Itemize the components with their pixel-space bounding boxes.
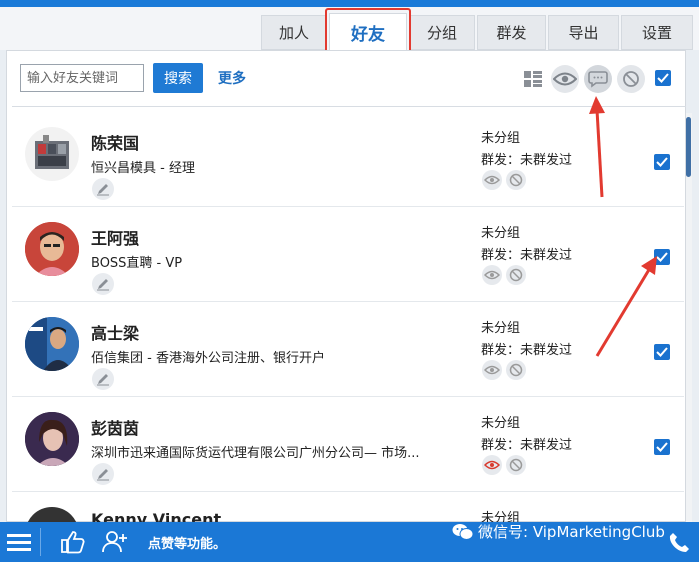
row-actions xyxy=(482,455,526,475)
tab-settings[interactable]: 设置 xyxy=(621,15,693,50)
select-all-checkbox[interactable] xyxy=(655,70,671,86)
block-icon[interactable] xyxy=(506,170,526,190)
thumbs-up-icon[interactable] xyxy=(60,522,86,562)
contact-name: 高士梁 xyxy=(91,324,140,343)
block-icon[interactable] xyxy=(506,360,526,380)
avatar xyxy=(25,127,79,181)
eye-icon[interactable] xyxy=(482,265,502,285)
contact-name: 彭茵茵 xyxy=(91,419,140,438)
contact-mass-send-status: 群发：未群发过 xyxy=(481,248,573,263)
contact-name: Kenny Vincent xyxy=(91,510,222,522)
block-icon[interactable] xyxy=(617,65,645,93)
row-checkbox[interactable] xyxy=(654,249,670,265)
tab-friends[interactable]: 好友 xyxy=(329,13,407,51)
eye-icon[interactable] xyxy=(482,455,502,475)
contact-group: 未分组 xyxy=(481,131,521,146)
divider xyxy=(40,528,41,556)
pencil-icon[interactable] xyxy=(92,463,114,485)
contact-group: 未分组 xyxy=(481,416,521,431)
grid-icon[interactable] xyxy=(519,65,547,93)
list-item[interactable]: Kenny Vincent 未分组 xyxy=(12,493,684,522)
row-actions xyxy=(482,265,526,285)
search-input[interactable] xyxy=(20,64,144,92)
row-checkbox[interactable] xyxy=(654,344,670,360)
eye-icon[interactable] xyxy=(482,170,502,190)
contact-company: 佰信集团 - 香港海外公司注册、银行开户 xyxy=(91,351,325,366)
scrollbar-thumb[interactable] xyxy=(686,117,691,177)
tab-mass-send[interactable]: 群发 xyxy=(477,15,546,50)
search-button[interactable]: 搜索 xyxy=(153,63,203,93)
wechat-icon xyxy=(452,523,474,540)
more-link[interactable]: 更多 xyxy=(218,68,246,88)
contact-name: 王阿强 xyxy=(91,229,140,248)
tab-export[interactable]: 导出 xyxy=(548,15,619,50)
eye-icon[interactable] xyxy=(482,360,502,380)
contact-group: 未分组 xyxy=(481,511,521,522)
add-user-icon[interactable] xyxy=(102,522,128,562)
contact-name: 陈荣国 xyxy=(91,134,140,153)
avatar xyxy=(25,507,79,522)
bottom-bar-text: 点赞等功能。 xyxy=(148,536,227,552)
contact-mass-send-status: 群发：未群发过 xyxy=(481,343,573,358)
row-actions xyxy=(482,170,526,190)
contact-company: 恒兴昌模具 - 经理 xyxy=(91,161,195,176)
contact-mass-send-status: 群发：未群发过 xyxy=(481,438,573,453)
tab-add-people[interactable]: 加人 xyxy=(261,15,327,50)
menu-icon[interactable] xyxy=(7,522,31,562)
contact-group: 未分组 xyxy=(481,321,521,336)
contact-company: BOSS直聘 - VP xyxy=(91,256,183,271)
contact-mass-send-status: 群发：未群发过 xyxy=(481,153,573,168)
tab-bar: 加人 好友 分组 群发 导出 设置 xyxy=(0,7,699,51)
row-actions xyxy=(482,360,526,380)
chat-bubble-icon[interactable] xyxy=(584,65,612,93)
pencil-icon[interactable] xyxy=(92,273,114,295)
list-item[interactable]: 彭茵茵 深圳市迅来通国际货运代理有限公司广州分公司— 市场... 未分组 群发：… xyxy=(12,398,684,492)
avatar xyxy=(25,317,79,371)
pencil-icon[interactable] xyxy=(92,368,114,390)
tab-groups[interactable]: 分组 xyxy=(409,15,475,50)
window-top-bar xyxy=(0,0,699,7)
block-icon[interactable] xyxy=(506,455,526,475)
list-item[interactable]: 高士梁 佰信集团 - 香港海外公司注册、银行开户 未分组 群发：未群发过 xyxy=(12,303,684,397)
contact-company: 深圳市迅来通国际货运代理有限公司广州分公司— 市场... xyxy=(91,446,420,461)
search-row: 搜索 更多 xyxy=(12,57,686,101)
watermark: 微信号: VipMarketingClub xyxy=(452,521,665,542)
eye-icon[interactable] xyxy=(551,65,579,93)
avatar xyxy=(25,412,79,466)
row-checkbox[interactable] xyxy=(654,154,670,170)
contact-list: 陈荣国 恒兴昌模具 - 经理 未分组 群发：未群发过 王阿强 BOSS直聘 - … xyxy=(12,113,684,522)
pencil-icon[interactable] xyxy=(92,178,114,200)
block-icon[interactable] xyxy=(506,265,526,285)
phone-icon[interactable] xyxy=(669,522,689,562)
contact-group: 未分组 xyxy=(481,226,521,241)
watermark-text: 微信号: VipMarketingClub xyxy=(478,523,665,541)
avatar xyxy=(25,222,79,276)
divider xyxy=(12,106,686,107)
list-item[interactable]: 王阿强 BOSS直聘 - VP 未分组 群发：未群发过 xyxy=(12,208,684,302)
list-item[interactable]: 陈荣国 恒兴昌模具 - 经理 未分组 群发：未群发过 xyxy=(12,113,684,207)
row-checkbox[interactable] xyxy=(654,439,670,455)
